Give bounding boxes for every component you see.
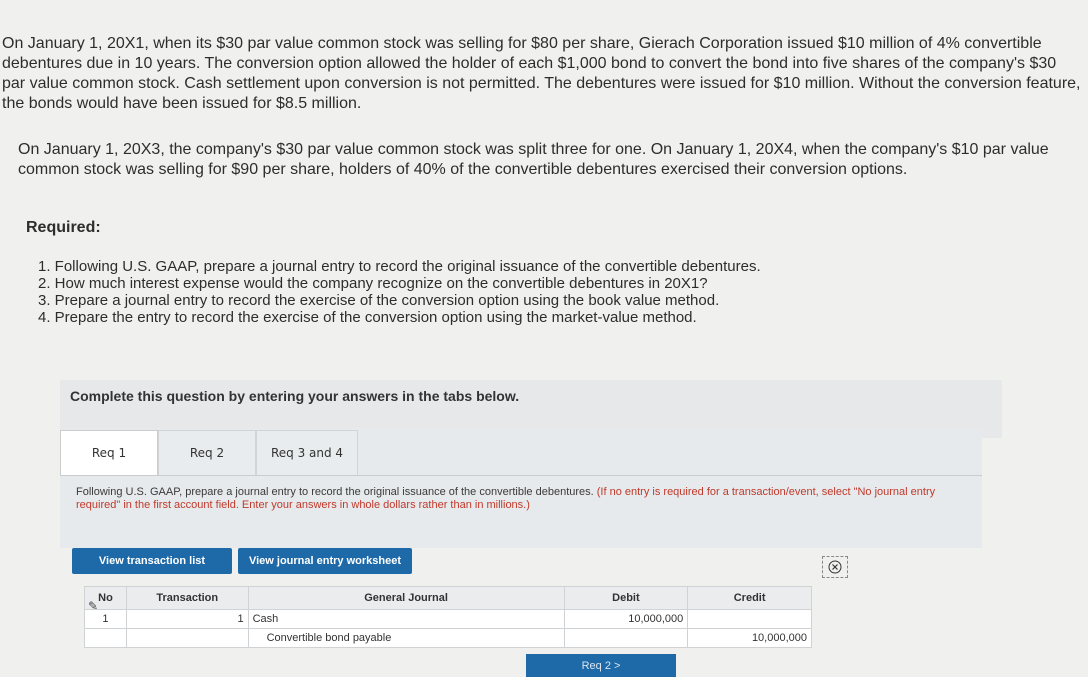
col-debit-header: Debit	[563, 586, 689, 610]
required-heading: Required:	[26, 219, 101, 236]
requirement-1: 1. Following U.S. GAAP, prepare a journa…	[38, 258, 761, 275]
tab-req-1[interactable]: Req 1	[60, 430, 158, 475]
col-general-journal-header: General Journal	[247, 586, 565, 610]
requirement-4: 4. Prepare the entry to record the exerc…	[38, 309, 697, 326]
tab-divider	[60, 475, 982, 476]
next-req-2-button[interactable]: Req 2 >	[526, 654, 676, 677]
tab-req-2[interactable]: Req 2	[158, 430, 256, 476]
row-no	[84, 628, 127, 648]
row-credit[interactable]	[687, 609, 812, 629]
row-transaction	[125, 628, 249, 648]
table-row[interactable]: 1 1 Cash 10,000,000	[84, 609, 812, 629]
req1-instruction-text: Following U.S. GAAP, prepare a journal e…	[76, 486, 594, 498]
problem-paragraph-2: On January 1, 20X3, the company's $30 pa…	[18, 141, 1049, 178]
journal-table: No Transaction General Journal Debit Cre…	[84, 586, 812, 648]
view-journal-entry-worksheet-button[interactable]: View journal entry worksheet	[238, 548, 412, 574]
tab-req-3-and-4[interactable]: Req 3 and 4	[256, 430, 358, 476]
table-row[interactable]: Convertible bond payable 10,000,000	[84, 628, 812, 648]
row-debit[interactable]	[563, 628, 689, 648]
row-transaction: 1	[125, 609, 249, 629]
row-account[interactable]: Cash	[247, 609, 565, 629]
col-credit-header: Credit	[687, 586, 812, 610]
view-transaction-list-button[interactable]: View transaction list	[72, 548, 232, 574]
row-account[interactable]: Convertible bond payable	[247, 628, 565, 648]
close-icon[interactable]	[822, 556, 848, 578]
requirement-3: 3. Prepare a journal entry to record the…	[38, 292, 720, 309]
requirement-2: 2. How much interest expense would the c…	[38, 275, 708, 292]
instructions-text: Complete this question by entering your …	[70, 388, 520, 404]
row-debit[interactable]: 10,000,000	[563, 609, 689, 629]
requirements-list: 1. Following U.S. GAAP, prepare a journa…	[38, 258, 761, 326]
col-transaction-header: Transaction	[125, 586, 249, 610]
problem-paragraph-1: On January 1, 20X1, when its $30 par val…	[2, 35, 1081, 112]
req1-instruction: Following U.S. GAAP, prepare a journal e…	[76, 486, 966, 512]
row-credit[interactable]: 10,000,000	[687, 628, 812, 648]
pencil-icon[interactable]: ✎	[88, 599, 98, 613]
